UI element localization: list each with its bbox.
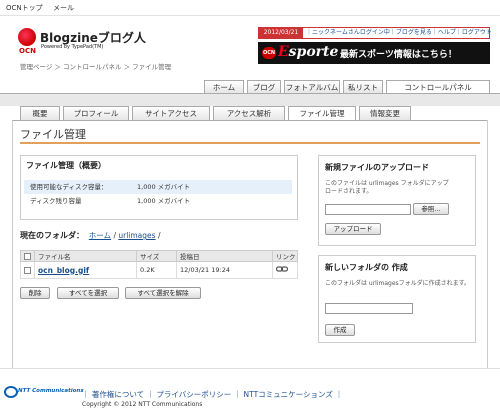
create-folder-button[interactable]: 作成: [325, 324, 355, 336]
banner-brand: Esporte: [278, 44, 338, 60]
top-bar: OCNトップ メール: [0, 0, 500, 16]
banner-brand-e: E: [278, 44, 289, 60]
link-chain-icon[interactable]: [275, 265, 289, 273]
ocn-top-link[interactable]: OCNトップ: [6, 3, 43, 13]
deselect-all-button[interactable]: すべて選択を解除: [125, 287, 201, 299]
esporte-banner[interactable]: OCN Esporte 最新スポーツ情報はこちら！: [258, 42, 490, 64]
path-separator: /: [157, 231, 161, 240]
banner-ocn-icon: OCN: [262, 47, 276, 59]
folder-urlimages-link[interactable]: urlimages: [118, 231, 155, 240]
nav-blog[interactable]: ブログ: [247, 80, 281, 94]
header-link: リンク: [272, 250, 298, 262]
footer-links[interactable]: ｜ 著作権について ｜ プライバシーポリシー ｜ NTTコミュニケーションズ ｜: [82, 389, 343, 400]
new-folder-desc: このフォルダは urlimagesフォルダに作成されます。: [325, 280, 471, 287]
nav-photo-album[interactable]: フォトアルバム: [284, 80, 340, 94]
logo-ocn-text: OCN: [19, 47, 36, 55]
file-date: 12/03/21 19:24: [176, 261, 273, 279]
summary-label: 使用可能なディスク容量：: [30, 183, 108, 191]
tab-file-management[interactable]: ファイル管理: [288, 106, 356, 121]
summary-value: 1,000 メガバイト: [137, 183, 191, 191]
tab-info-change[interactable]: 情報変更: [359, 106, 411, 120]
upload-button[interactable]: アップロード: [325, 223, 381, 235]
site-logo[interactable]: OCN Blogzineブログ人 Powered by TypePad(TM): [18, 28, 146, 58]
path-separator: /: [113, 231, 116, 240]
tab-site-access[interactable]: サイトアクセス: [132, 106, 210, 120]
file-path-input[interactable]: [325, 204, 411, 215]
ntt-logo-text: NTT Communications: [18, 388, 84, 394]
logo-subtitle: Powered by TypePad(TM): [41, 44, 104, 50]
header-filename: ファイル名: [34, 250, 137, 262]
nav-my-list[interactable]: 私リスト: [343, 80, 383, 94]
page-title: ファイル管理: [20, 128, 86, 141]
upload-title: 新規ファイルのアップロード: [325, 163, 429, 172]
nav-home[interactable]: ホーム: [204, 80, 244, 94]
login-date: 2012/03/21: [259, 28, 303, 38]
tab-overview[interactable]: 概要: [20, 106, 60, 120]
folder-home-link[interactable]: ホーム: [89, 231, 111, 240]
header-select-all[interactable]: [20, 250, 35, 262]
ntt-logo-icon: [4, 386, 18, 398]
header-date: 投稿日: [176, 250, 273, 262]
mail-link[interactable]: メール: [53, 3, 74, 13]
file-name-link[interactable]: ocn_blog.gif: [38, 266, 89, 275]
row-select[interactable]: [20, 261, 35, 279]
tab-access-analysis[interactable]: アクセス解析: [213, 106, 285, 120]
nav-strip: [0, 94, 500, 106]
ntt-logo[interactable]: NTT Communications: [4, 385, 88, 399]
breadcrumb[interactable]: 管理ページ ＞ コントロールパネル ＞ ファイル管理: [20, 61, 171, 71]
file-size: 0.2K: [136, 261, 177, 279]
banner-message: 最新スポーツ情報はこちら！: [340, 50, 457, 60]
new-folder-panel: 新しいフォルダの 作成 このフォルダは urlimagesフォルダに作成されます…: [318, 255, 476, 343]
ocn-logo-icon: [18, 28, 36, 46]
select-all-button[interactable]: すべてを選択: [57, 287, 119, 299]
file-table: ファイル名 サイズ 投稿日 リンク ocn_blog.gif 0.2K 12/0…: [20, 250, 298, 279]
title-underline: [20, 142, 480, 144]
footer-divider: [0, 368, 500, 369]
summary-header: ファイル管理（概要）: [26, 161, 106, 170]
banner-brand-rest: sporte: [288, 44, 339, 60]
summary-row: ディスク残り容量 1,000 メガバイト: [24, 194, 292, 208]
summary-label: ディスク残り容量: [30, 197, 82, 205]
summary-value: 1,000 メガバイト: [137, 197, 191, 205]
delete-button[interactable]: 削除: [20, 287, 50, 299]
row-checkbox[interactable]: [24, 266, 31, 274]
header-size: サイズ: [136, 250, 177, 262]
file-name-cell: ocn_blog.gif: [34, 261, 137, 279]
table-row: ocn_blog.gif 0.2K 12/03/21 19:24: [20, 261, 298, 279]
upload-panel: 新規ファイルのアップロード このファイルは urlimages フォルダにアップ…: [318, 155, 476, 246]
file-link-cell: [272, 261, 298, 279]
new-folder-title: 新しいフォルダの 作成: [325, 263, 408, 272]
upload-desc: このファイルは urlimages フォルダにアップ: [325, 180, 449, 187]
tab-profile[interactable]: プロフィール: [63, 106, 129, 120]
current-folder: 現在のフォルダ： ホーム / urlimages /: [20, 230, 161, 241]
folder-name-input[interactable]: [325, 303, 413, 314]
current-folder-label: 現在のフォルダ：: [20, 231, 84, 240]
select-all-checkbox[interactable]: [24, 252, 31, 260]
upload-desc-2: ロードされます。: [325, 188, 373, 195]
browse-button[interactable]: 参照...: [413, 203, 449, 215]
summary-box: ファイル管理（概要） 使用可能なディスク容量： 1,000 メガバイト ディスク…: [20, 155, 298, 220]
user-links-bar: 2012/03/21 ｜ニックネームさんログイン中｜ブログを見る｜ヘルプ｜ログア…: [258, 27, 492, 39]
copyright: Copyright © 2012 NTT Communications: [82, 401, 203, 408]
file-table-header: ファイル名 サイズ 投稿日 リンク: [20, 250, 298, 262]
user-links[interactable]: ｜ニックネームさんログイン中｜ブログを見る｜ヘルプ｜ログアウト: [306, 28, 492, 38]
nav-control-panel[interactable]: コントロールパネル: [386, 80, 490, 94]
summary-row: 使用可能なディスク容量： 1,000 メガバイト: [24, 180, 292, 194]
